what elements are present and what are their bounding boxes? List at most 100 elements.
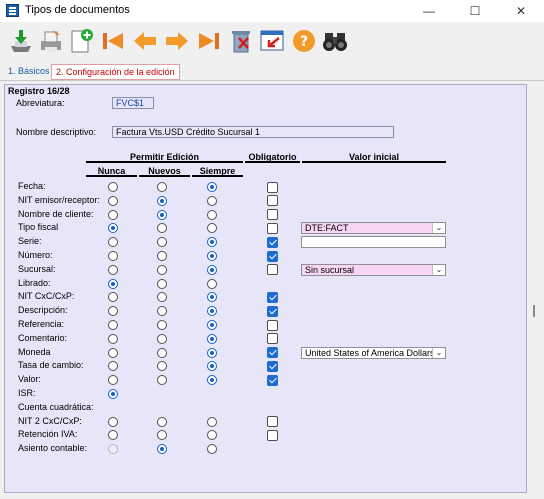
radio-nunca[interactable] — [108, 209, 118, 220]
radio-nuevos[interactable] — [157, 237, 167, 248]
mandatory-checkbox[interactable] — [267, 416, 278, 428]
last-record-button[interactable] — [194, 26, 224, 56]
mandatory-checkbox[interactable] — [267, 333, 278, 345]
radio-nuevos[interactable] — [157, 416, 167, 427]
radio-siempre[interactable] — [207, 278, 217, 289]
radio-siempre[interactable] — [207, 320, 217, 330]
column-nuevos: Nuevos — [139, 166, 190, 177]
exit-button[interactable] — [257, 26, 287, 56]
mandatory-checkbox[interactable] — [267, 222, 278, 234]
radio-nuevos[interactable] — [157, 292, 167, 303]
chevron-down-icon[interactable]: ⌄ — [432, 264, 445, 275]
radio-siempre[interactable] — [207, 444, 217, 455]
mandatory-checkbox[interactable] — [267, 291, 278, 303]
radio-nunca[interactable] — [108, 306, 118, 317]
radio-nunca[interactable] — [108, 430, 118, 441]
radio-siempre[interactable] — [207, 251, 217, 261]
radio-nunca[interactable] — [108, 347, 118, 358]
radio-nuevos[interactable] — [157, 444, 167, 455]
radio-nunca[interactable] — [108, 264, 118, 275]
radio-nuevos[interactable] — [157, 251, 167, 261]
radio-nuevos[interactable] — [157, 195, 167, 206]
next-record-button[interactable] — [162, 26, 192, 56]
mandatory-checkbox[interactable] — [267, 250, 278, 262]
radio-siempre[interactable] — [207, 195, 217, 206]
radio-nuevos[interactable] — [157, 223, 167, 234]
mandatory-checkbox[interactable] — [267, 181, 278, 193]
initial-value-input[interactable] — [301, 236, 446, 249]
radio-siempre[interactable] — [207, 333, 217, 344]
radio-nunca[interactable] — [108, 333, 118, 344]
radio-siempre[interactable] — [207, 182, 217, 192]
maximize-button[interactable]: ☐ — [452, 0, 498, 22]
mandatory-checkbox[interactable] — [267, 374, 278, 386]
description-field[interactable]: Factura Vts.USD Crédito Sucursal 1 — [112, 126, 394, 138]
radio-siempre[interactable] — [207, 375, 217, 386]
minimize-button[interactable]: — — [406, 0, 452, 22]
tab-configuracion-edicion[interactable]: 2. Configuración de la edición — [51, 64, 180, 80]
radio-nunca[interactable] — [108, 182, 118, 192]
radio-siempre[interactable] — [207, 223, 217, 234]
radio-nuevos[interactable] — [157, 320, 167, 330]
radio-siempre[interactable] — [207, 416, 217, 427]
initial-value-combo[interactable]: United States of America Dollars ⌄ — [301, 346, 446, 359]
scrollbar-thumb[interactable] — [533, 305, 535, 317]
radio-siempre[interactable] — [207, 361, 217, 372]
row-label: Descripción: — [18, 305, 68, 316]
radio-siempre[interactable] — [207, 306, 217, 317]
help-button[interactable]: ? — [289, 26, 319, 56]
radio-nuevos[interactable] — [157, 347, 167, 358]
chevron-down-icon[interactable]: ⌄ — [432, 347, 445, 358]
chevron-down-icon[interactable]: ⌄ — [432, 223, 445, 234]
radio-nunca[interactable] — [108, 223, 118, 234]
radio-nuevos[interactable] — [157, 264, 167, 275]
find-button[interactable] — [320, 26, 350, 56]
abbreviation-field[interactable]: FVC$1 — [112, 97, 154, 109]
radio-nuevos[interactable] — [157, 182, 167, 192]
radio-siempre[interactable] — [207, 347, 217, 358]
row-label: NIT emisor/receptor: — [18, 194, 100, 205]
mandatory-checkbox[interactable] — [267, 429, 278, 441]
mandatory-checkbox[interactable] — [267, 195, 278, 207]
radio-nuevos[interactable] — [157, 209, 167, 220]
radio-nunca[interactable] — [108, 237, 118, 248]
mandatory-checkbox[interactable] — [267, 360, 278, 372]
initial-value-combo[interactable]: DTE:FACT ⌄ — [301, 222, 446, 235]
radio-nunca[interactable] — [108, 195, 118, 206]
mandatory-checkbox[interactable] — [267, 347, 278, 359]
save-button[interactable] — [6, 26, 36, 56]
mandatory-checkbox[interactable] — [267, 209, 278, 221]
radio-nunca[interactable] — [108, 278, 118, 289]
radio-siempre[interactable] — [207, 430, 217, 441]
first-record-button[interactable] — [98, 26, 128, 56]
radio-siempre[interactable] — [207, 292, 217, 303]
edit-config-panel: Registro 16/28 Abreviatura: FVC$1 Nombre… — [4, 84, 527, 493]
mandatory-checkbox[interactable] — [267, 305, 278, 317]
mandatory-checkbox[interactable] — [267, 236, 278, 248]
radio-nunca[interactable] — [108, 389, 118, 399]
tab-basicos[interactable]: 1. Básicos — [4, 64, 54, 78]
radio-nunca[interactable] — [108, 251, 118, 261]
radio-nunca[interactable] — [108, 292, 118, 303]
radio-siempre[interactable] — [207, 264, 217, 275]
radio-nuevos[interactable] — [157, 278, 167, 289]
new-button[interactable] — [66, 26, 96, 56]
radio-nunca[interactable] — [108, 361, 118, 372]
delete-button[interactable] — [226, 26, 256, 56]
radio-siempre[interactable] — [207, 237, 217, 248]
radio-nuevos[interactable] — [157, 375, 167, 386]
radio-nunca[interactable] — [108, 320, 118, 330]
radio-nuevos[interactable] — [157, 333, 167, 344]
initial-value-combo[interactable]: Sin sucursal ⌄ — [301, 263, 446, 276]
radio-nuevos[interactable] — [157, 306, 167, 317]
close-button[interactable]: ✕ — [498, 0, 544, 22]
mandatory-checkbox[interactable] — [267, 319, 278, 331]
print-button[interactable] — [36, 26, 66, 56]
mandatory-checkbox[interactable] — [267, 264, 278, 276]
radio-nuevos[interactable] — [157, 361, 167, 372]
radio-siempre[interactable] — [207, 209, 217, 220]
radio-nuevos[interactable] — [157, 430, 167, 441]
radio-nunca[interactable] — [108, 375, 118, 386]
radio-nunca[interactable] — [108, 416, 118, 427]
previous-record-button[interactable] — [130, 26, 160, 56]
